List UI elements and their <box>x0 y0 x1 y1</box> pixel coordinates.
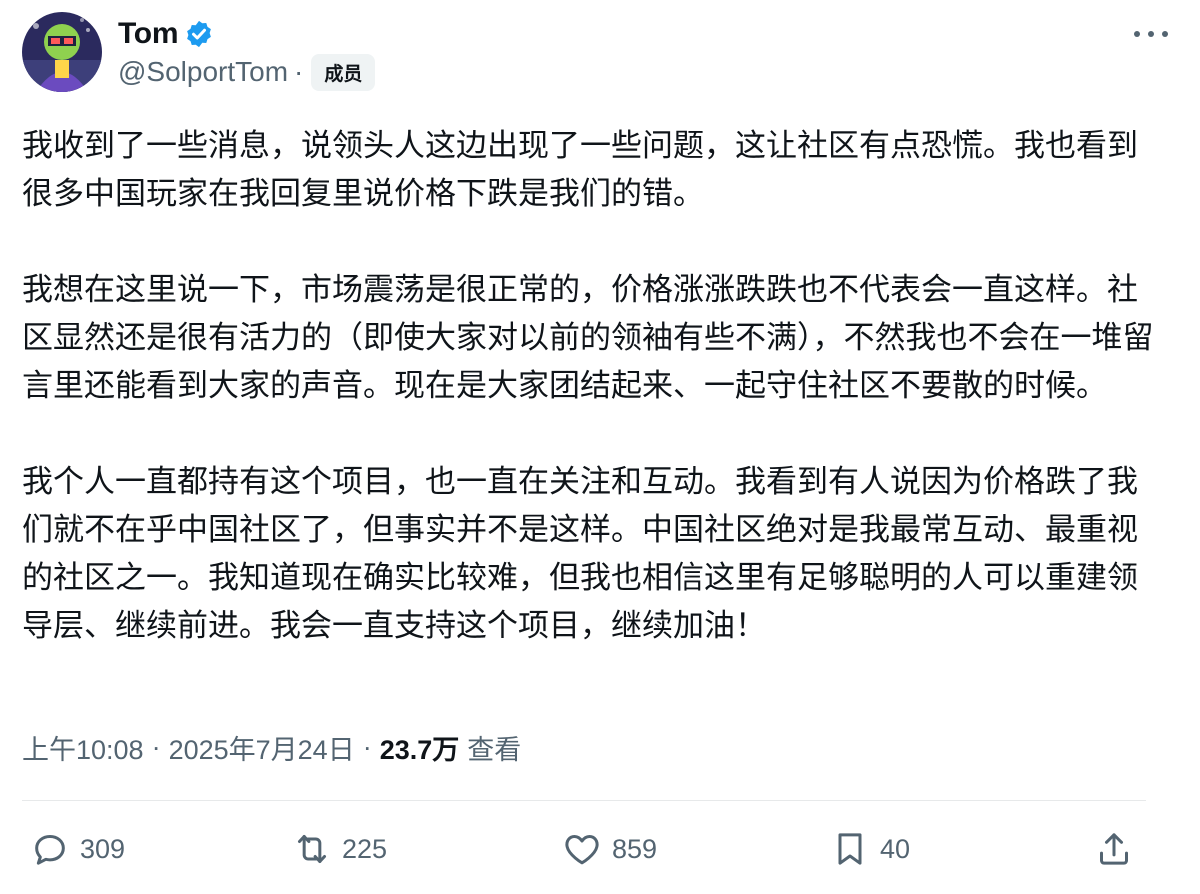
bookmark-count: 40 <box>880 833 911 864</box>
retweet-count: 225 <box>342 833 388 864</box>
divider <box>22 800 1146 801</box>
share-button[interactable] <box>1094 826 1144 872</box>
reply-count: 309 <box>80 833 126 864</box>
handle[interactable]: @SolportTom <box>118 56 288 88</box>
handle-row: @SolportTom · 成员 <box>118 53 376 91</box>
tweet-paragraph: 我个人一直都持有这个项目，也一直在关注和互动。我看到有人说因为价格跌了我们就不在… <box>22 464 1138 643</box>
heart-icon <box>565 835 599 865</box>
meta-separator: · <box>151 731 161 762</box>
more-horizontal-icon[interactable] <box>1134 24 1168 44</box>
meta-separator: · <box>362 731 372 762</box>
like-count: 859 <box>612 833 658 864</box>
member-badge[interactable]: 成员 <box>311 53 376 91</box>
verified-badge-icon <box>187 20 212 48</box>
display-name[interactable]: Tom <box>118 17 179 51</box>
bookmark-icon <box>838 833 862 865</box>
retweet-icon <box>298 835 326 863</box>
handle-separator: · <box>294 56 304 87</box>
tweet-paragraph: 我收到了一些消息，说领头人这边出现了一些问题，这让社区有点恐慌。我也看到很多中国… <box>22 128 1138 211</box>
tweet-text: 我收到了一些消息，说领头人这边出现了一些问题，这让社区有点恐慌。我也看到很多中国… <box>22 122 1162 650</box>
reply-button[interactable]: 309 <box>30 826 125 872</box>
reply-icon <box>35 835 65 865</box>
name-row: Tom <box>118 14 214 54</box>
share-icon <box>1100 833 1128 865</box>
view-label: 查看 <box>467 734 522 765</box>
like-button[interactable]: 859 <box>562 826 657 872</box>
tweet-time[interactable]: 上午10:08 <box>22 728 144 767</box>
tweet-date[interactable]: 2025年7月24日 <box>169 728 355 767</box>
tweet-paragraph: 我想在这里说一下，市场震荡是很正常的，价格涨涨跌跌也不代表会一直这样。社区显然还… <box>22 272 1154 403</box>
bookmark-button[interactable]: 40 <box>830 826 910 872</box>
action-bar: 309 225 859 40 <box>30 826 1140 872</box>
tweet-meta: 上午10:08 · 2025年7月24日 · 23.7万 查看 <box>22 726 521 768</box>
view-count[interactable]: 23.7万 <box>380 728 460 767</box>
tweet-header: Tom @SolportTom · 成员 <box>22 10 1182 94</box>
retweet-button[interactable]: 225 <box>292 826 387 872</box>
avatar-image <box>22 12 102 92</box>
avatar[interactable] <box>22 12 102 92</box>
